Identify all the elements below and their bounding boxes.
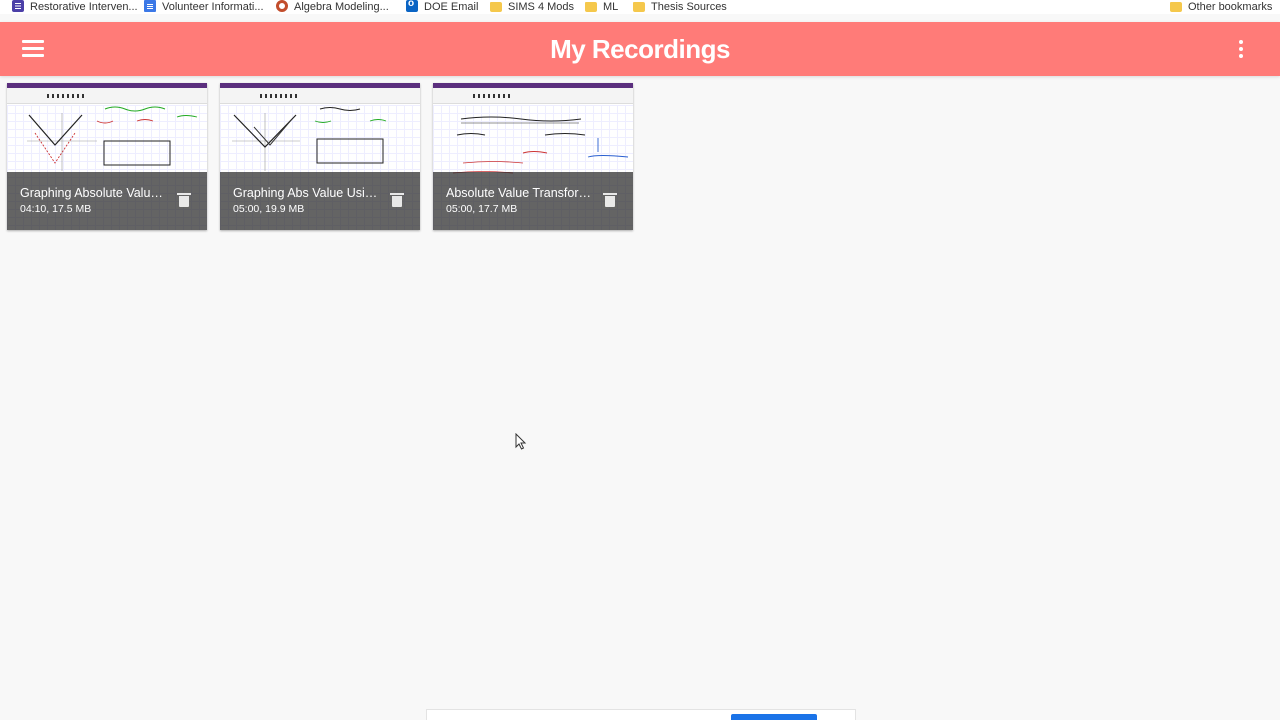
recording-meta: 04:10, 17.5 MB bbox=[20, 203, 92, 215]
delete-trash-icon[interactable] bbox=[390, 193, 404, 208]
bottom-panel bbox=[426, 709, 856, 720]
more-vert-icon[interactable] bbox=[1236, 40, 1246, 60]
delete-trash-icon[interactable] bbox=[177, 193, 191, 208]
card-caption-overlay bbox=[7, 172, 207, 230]
list-icon bbox=[12, 0, 24, 12]
bookmark-thesis[interactable]: Thesis Sources bbox=[633, 0, 727, 14]
doc-icon bbox=[144, 0, 156, 12]
folder-icon bbox=[585, 2, 597, 12]
bookmark-label: Thesis Sources bbox=[651, 1, 727, 13]
bookmarks-bar: Restorative Interven... Volunteer Inform… bbox=[0, 0, 1280, 14]
folder-icon bbox=[490, 2, 502, 12]
recording-meta: 05:00, 19.9 MB bbox=[233, 203, 305, 215]
bookmark-sims4[interactable]: SIMS 4 Mods bbox=[490, 0, 574, 14]
bookmark-label: Restorative Interven... bbox=[30, 1, 138, 13]
bookmark-doe-email[interactable]: DOE Email bbox=[406, 0, 478, 14]
bookmark-label: ML bbox=[603, 1, 619, 13]
delete-trash-icon[interactable] bbox=[603, 193, 617, 208]
card-caption-overlay bbox=[433, 172, 633, 230]
bookmark-other[interactable]: Other bookmarks bbox=[1170, 0, 1272, 14]
gear-icon bbox=[276, 0, 288, 12]
recording-card[interactable]: Graphing Abs Value Using Transformations… bbox=[220, 83, 420, 230]
recording-title: Graphing Absolute Value Functions bbox=[20, 186, 165, 200]
outlook-icon bbox=[406, 0, 418, 12]
recording-card[interactable]: Graphing Absolute Value Functions 04:10,… bbox=[7, 83, 207, 230]
folder-icon bbox=[633, 2, 645, 12]
recording-title: Graphing Abs Value Using Transformations bbox=[233, 186, 378, 200]
bookmark-label: SIMS 4 Mods bbox=[508, 1, 575, 13]
bookmark-ml[interactable]: ML bbox=[585, 0, 618, 14]
app-header: My Recordings bbox=[0, 22, 1280, 76]
folder-icon bbox=[1170, 2, 1182, 12]
progress-bar bbox=[731, 714, 817, 720]
bookmark-restorative[interactable]: Restorative Interven... bbox=[12, 0, 138, 14]
recording-title: Absolute Value Transformations bbox=[446, 186, 591, 200]
bookmark-algebra[interactable]: Algebra Modeling... bbox=[276, 0, 389, 14]
card-caption-overlay bbox=[220, 172, 420, 230]
mouse-cursor-icon bbox=[515, 433, 527, 450]
recording-card[interactable]: Absolute Value Transformations 05:00, 17… bbox=[433, 83, 633, 230]
page-title: My Recordings bbox=[550, 34, 730, 64]
recording-meta: 05:00, 17.7 MB bbox=[446, 203, 518, 215]
bookmark-volunteer[interactable]: Volunteer Informati... bbox=[144, 0, 264, 14]
bookmark-label: DOE Email bbox=[424, 1, 479, 13]
bookmark-label: Other bookmarks bbox=[1188, 1, 1273, 13]
bookmark-label: Volunteer Informati... bbox=[162, 1, 264, 13]
bookmark-label: Algebra Modeling... bbox=[294, 1, 389, 13]
